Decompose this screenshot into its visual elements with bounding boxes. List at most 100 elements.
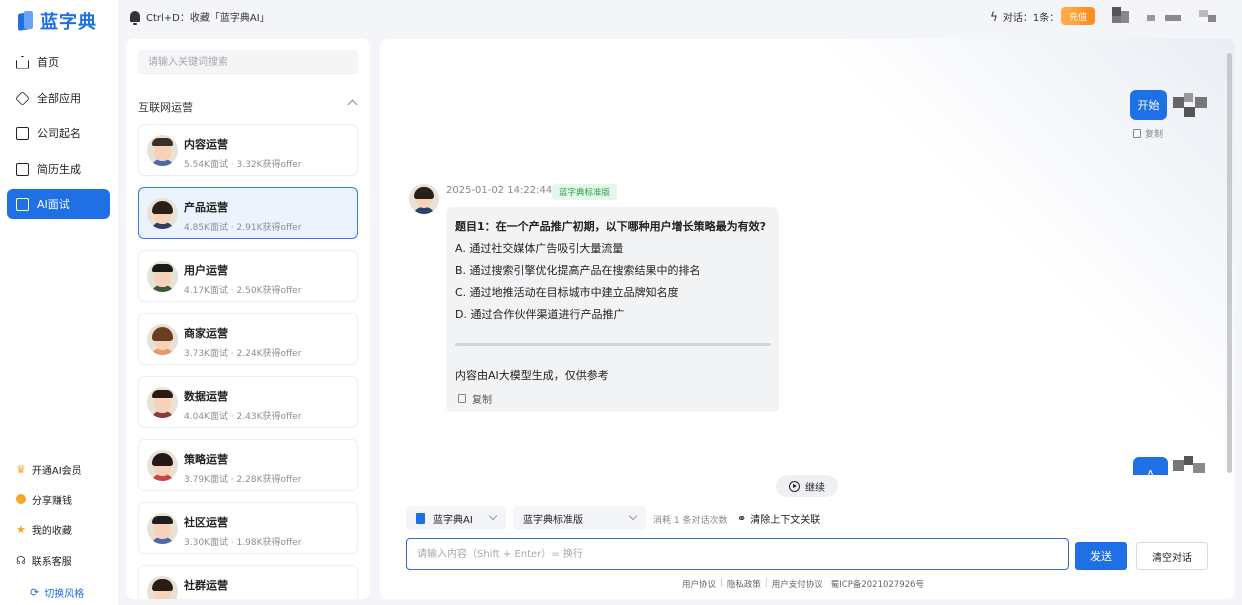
bot-avatar	[409, 184, 439, 214]
continue-button[interactable]: 继续	[776, 475, 838, 497]
payment-agreement-link[interactable]: 用户支付协议	[772, 578, 823, 590]
nav-item-label: 简历生成	[37, 163, 81, 176]
search-input[interactable]	[138, 50, 358, 75]
model-select[interactable]: 蓝字典AI	[406, 506, 506, 530]
group-title: 互联网运营	[138, 101, 193, 114]
position-card[interactable]: 社区运营 3.30K面试 · 1.98K获得offer	[138, 502, 358, 554]
privacy-policy-link[interactable]: 隐私政策	[727, 578, 761, 590]
card-name: 产品运营	[184, 201, 228, 214]
position-card[interactable]: 产品运营 4.85K面试 · 2.91K获得offer	[138, 187, 358, 239]
question-title: 题目1：在一个产品推广初期，以下哪种用户增长策略最为有效?	[455, 220, 767, 233]
copy-label: 复制	[1145, 130, 1164, 140]
nav-item-ai-interview[interactable]: AI面试	[7, 189, 110, 219]
nav-vip[interactable]: ♛ 开通AI会员	[16, 461, 82, 477]
nav-share[interactable]: 分享赚钱	[16, 491, 72, 507]
position-card[interactable]: 社群运营	[138, 565, 358, 599]
chevron-down-icon	[628, 511, 638, 521]
position-card[interactable]: 数据运营 4.04K面试 · 2.43K获得offer	[138, 376, 358, 428]
message-time: 2025-01-02 14:22:44	[446, 185, 553, 196]
card-name: 数据运营	[184, 390, 228, 403]
user-agreement-link[interactable]: 用户协议	[682, 578, 716, 590]
position-card[interactable]: 策略运营 3.79K面试 · 2.28K获得offer	[138, 439, 358, 491]
nav-item-all-apps[interactable]: 全部应用	[7, 83, 110, 113]
copy-icon	[1133, 129, 1141, 138]
dialog-counter-text: 对话：1条：	[1002, 13, 1060, 24]
send-button[interactable]: 发送	[1075, 542, 1127, 570]
refresh-icon: ⟳	[30, 586, 40, 599]
model-logo-icon	[416, 512, 425, 524]
star-icon: ★	[16, 522, 26, 536]
nav-favorites[interactable]: ★ 我的收藏	[16, 521, 72, 537]
crown-icon: ♛	[16, 462, 26, 476]
option-d: D. 通过合作伙伴渠道进行产品推广	[455, 308, 625, 321]
version-select-value: 蓝字典标准版	[523, 514, 583, 526]
copy-icon	[16, 126, 29, 140]
clear-chat-button[interactable]: 清空对话	[1136, 542, 1208, 570]
continue-label: 继续	[805, 482, 825, 494]
version-select[interactable]: 蓝字典标准版	[513, 506, 646, 530]
chevron-up-icon[interactable]	[347, 99, 358, 110]
nav-item-label: AI面试	[37, 198, 70, 211]
left-nav: 蓝字典 首页 全部应用 公司起名 简历生成 AI面试 ♛ 开通AI会员 分享赚钱…	[0, 0, 118, 605]
avatar	[147, 324, 178, 355]
bookmark-tip-text: Ctrl+D：收藏「蓝字典AI」	[146, 13, 270, 24]
recharge-button[interactable]: 充值	[1061, 7, 1095, 25]
user-message-2-text: A	[1146, 468, 1155, 481]
copy-icon	[458, 394, 466, 403]
copy-button[interactable]: 复制	[1133, 127, 1163, 140]
position-card[interactable]: 用户运营 4.17K面试 · 2.50K获得offer	[138, 250, 358, 302]
copy-label: 复制	[472, 395, 492, 406]
nav-item-company-naming[interactable]: 公司起名	[7, 118, 110, 148]
dialog-counter: ϟ 对话：1条：	[990, 9, 1060, 25]
nav-support-label: 联系客服	[31, 556, 72, 568]
card-stats: 5.54K面试 · 3.32K获得offer	[184, 160, 302, 170]
nav-item-label: 公司起名	[37, 127, 81, 140]
card-stats: 3.30K面试 · 1.98K获得offer	[184, 538, 302, 548]
footer-links: 用户协议 | 隐私政策 | 用户支付协议 蜀ICP备2021027926号	[682, 578, 924, 590]
top-bar: Ctrl+D：收藏「蓝字典AI」 ϟ 对话：1条： 充值	[118, 0, 1242, 34]
clear-context-label: 清除上下文关联	[750, 515, 821, 526]
position-list-panel: 互联网运营 内容运营 5.54K面试 · 3.32K获得offer 产品运营 4…	[126, 39, 370, 599]
card-stats: 3.79K面试 · 2.28K获得offer	[184, 475, 302, 485]
bolt-icon: ϟ	[990, 9, 998, 24]
user-message-2: A	[1133, 457, 1168, 481]
coin-icon	[16, 494, 26, 504]
bot-copy-button[interactable]: 复制	[458, 391, 492, 406]
avatar	[147, 198, 178, 229]
switch-style-button[interactable]: ⟳ 切换风格	[30, 585, 84, 600]
logo[interactable]: 蓝字典	[18, 10, 97, 33]
avatar	[147, 387, 178, 418]
bell-icon	[130, 11, 140, 25]
icp-record-link[interactable]: 蜀ICP备2021027926号	[831, 578, 924, 590]
nav-item-label: 全部应用	[37, 92, 81, 105]
nav-favorites-label: 我的收藏	[31, 525, 72, 537]
nav-share-label: 分享赚钱	[32, 495, 72, 507]
user-message: 开始	[1130, 90, 1167, 120]
nav-item-home[interactable]: 首页	[7, 47, 110, 77]
position-card[interactable]: 内容运营 5.54K面试 · 3.32K获得offer	[138, 124, 358, 176]
scrollbar[interactable]	[1227, 53, 1232, 473]
chat-panel: 开始 复制 2025-01-02 14:22:44 蓝字典标准版 题目1：在一个…	[380, 39, 1235, 599]
nav-item-resume[interactable]: 简历生成	[7, 154, 110, 184]
nav-support[interactable]: ☊ 联系客服	[16, 552, 72, 568]
avatar	[147, 513, 178, 544]
chat-icon	[16, 197, 29, 211]
nav-item-label: 首页	[37, 56, 59, 69]
card-name: 策略运营	[184, 453, 228, 466]
ai-disclaimer: 内容由AI大模型生成，仅供参考	[455, 369, 609, 382]
avatar	[147, 576, 178, 599]
logo-icon	[18, 11, 34, 31]
model-select-value: 蓝字典AI	[433, 514, 473, 526]
cube-icon	[15, 90, 30, 106]
chat-input[interactable]	[406, 538, 1069, 570]
card-name: 用户运营	[184, 264, 228, 277]
logo-text: 蓝字典	[40, 12, 97, 33]
bot-message: 题目1：在一个产品推广初期，以下哪种用户增长策略最为有效? A. 通过社交媒体广…	[446, 207, 779, 412]
option-a: A. 通过社交媒体广告吸引大量流量	[455, 242, 624, 255]
nav-vip-label: 开通AI会员	[31, 465, 82, 477]
clear-context-button[interactable]: ⚭ 清除上下文关联	[737, 511, 820, 526]
play-icon	[789, 480, 800, 492]
card-stats: 3.73K面试 · 2.24K获得offer	[184, 349, 302, 359]
divider	[455, 343, 771, 346]
position-card[interactable]: 商家运营 3.73K面试 · 2.24K获得offer	[138, 313, 358, 365]
